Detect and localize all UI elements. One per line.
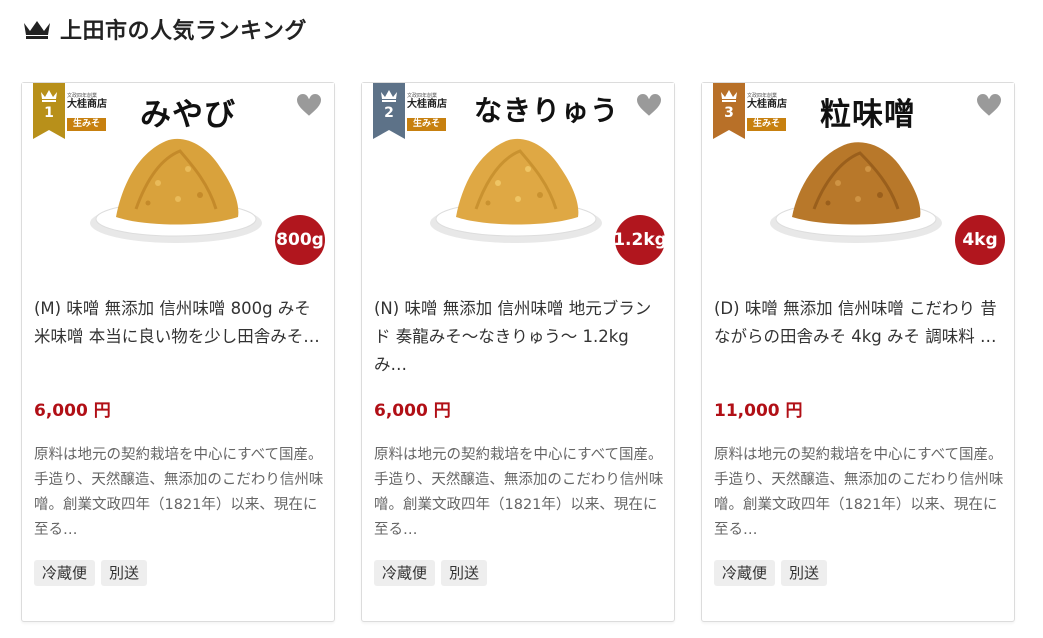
favorite-heart-icon[interactable] xyxy=(634,91,664,119)
rank-number: 1 xyxy=(44,105,54,121)
tag-separate-shipping: 別送 xyxy=(101,560,148,586)
favorite-heart-icon[interactable] xyxy=(974,91,1004,119)
favorite-heart-icon[interactable] xyxy=(294,91,324,119)
product-price: 11,000 円 xyxy=(714,401,803,421)
product-image[interactable]: 2 文政四年創業 大桂商店 生みそ なきりゅう 1.2kg xyxy=(362,83,674,279)
tag-separate-shipping: 別送 xyxy=(441,560,488,586)
ranking-header: 上田市の人気ランキング xyxy=(22,12,307,46)
size-badge: 1.2kg xyxy=(613,215,667,265)
brand-name: 大桂商店 xyxy=(407,99,447,110)
miso-image xyxy=(90,138,262,243)
rank-crown-icon xyxy=(721,90,737,102)
product-price: 6,000 円 xyxy=(34,401,111,421)
brand-tag: 生みそ xyxy=(747,118,787,131)
product-name-art: なきりゅう xyxy=(474,94,620,127)
rank-badge: 3 xyxy=(713,83,745,139)
brand-name: 大桂商店 xyxy=(67,99,107,110)
rank-badge: 1 xyxy=(33,83,65,139)
brand-tag: 生みそ xyxy=(67,118,107,131)
rank-number: 2 xyxy=(384,105,394,121)
product-description: 原料は地元の契約栽培を中心にすべて国産。手造り、天然醸造、無添加のこだわり信州味… xyxy=(374,447,664,538)
miso-image xyxy=(770,142,942,243)
rank-number: 3 xyxy=(724,105,734,121)
brand-tag: 生みそ xyxy=(407,118,447,131)
rank-badge: 2 xyxy=(373,83,405,139)
brand-name: 大桂商店 xyxy=(747,99,787,110)
product-name-art: 粒味噌 xyxy=(820,97,916,133)
tag-list: 冷蔵便 別送 xyxy=(374,560,488,586)
tag-refrigerated: 冷蔵便 xyxy=(34,560,96,586)
size-badge: 800g xyxy=(275,215,325,265)
brand-logo: 文政四年創業 大桂商店 生みそ xyxy=(67,93,137,131)
size-badge: 4kg xyxy=(955,215,1005,265)
product-name-art: みやび xyxy=(140,97,236,133)
brand-logo: 文政四年創業 大桂商店 生みそ xyxy=(747,93,817,131)
tag-list: 冷蔵便 別送 xyxy=(714,560,828,586)
product-title[interactable]: (M) 味噌 無添加 信州味噌 800g みそ 米味噌 本当に良い物を少し田舎み… xyxy=(34,295,324,351)
tag-list: 冷蔵便 別送 xyxy=(34,560,148,586)
brand-logo: 文政四年創業 大桂商店 生みそ xyxy=(407,93,477,131)
product-image[interactable]: 1 文政四年創業 大桂商店 生みそ みやび 800g xyxy=(22,83,334,279)
product-card-1[interactable]: 1 文政四年創業 大桂商店 生みそ みやび 800g (M) 味噌 無添加 信州… xyxy=(21,82,335,622)
page-title: 上田市の人気ランキング xyxy=(60,19,307,44)
tag-refrigerated: 冷蔵便 xyxy=(714,560,776,586)
product-card-3[interactable]: 3 文政四年創業 大桂商店 生みそ 粒味噌 4kg (D) 味噌 無添加 信州味… xyxy=(701,82,1015,622)
crown-icon xyxy=(24,21,50,39)
product-description: 原料は地元の契約栽培を中心にすべて国産。手造り、天然醸造、無添加のこだわり信州味… xyxy=(34,447,324,538)
product-card-2[interactable]: 2 文政四年創業 大桂商店 生みそ なきりゅう 1.2kg (N) 味噌 無添加… xyxy=(361,82,675,622)
product-title[interactable]: (D) 味噌 無添加 信州味噌 こだわり 昔ながらの田舎みそ 4kg みそ 調味… xyxy=(714,295,1004,351)
rank-crown-icon xyxy=(381,90,397,102)
product-description: 原料は地元の契約栽培を中心にすべて国産。手造り、天然醸造、無添加のこだわり信州味… xyxy=(714,447,1004,538)
rank-crown-icon xyxy=(41,90,57,102)
tag-separate-shipping: 別送 xyxy=(781,560,828,586)
miso-image xyxy=(430,138,602,243)
product-price: 6,000 円 xyxy=(374,401,451,421)
product-title[interactable]: (N) 味噌 無添加 信州味噌 地元ブランド 奏龍みそ〜なきりゅう〜 1.2kg… xyxy=(374,295,664,379)
product-image[interactable]: 3 文政四年創業 大桂商店 生みそ 粒味噌 4kg xyxy=(702,83,1014,279)
tag-refrigerated: 冷蔵便 xyxy=(374,560,436,586)
